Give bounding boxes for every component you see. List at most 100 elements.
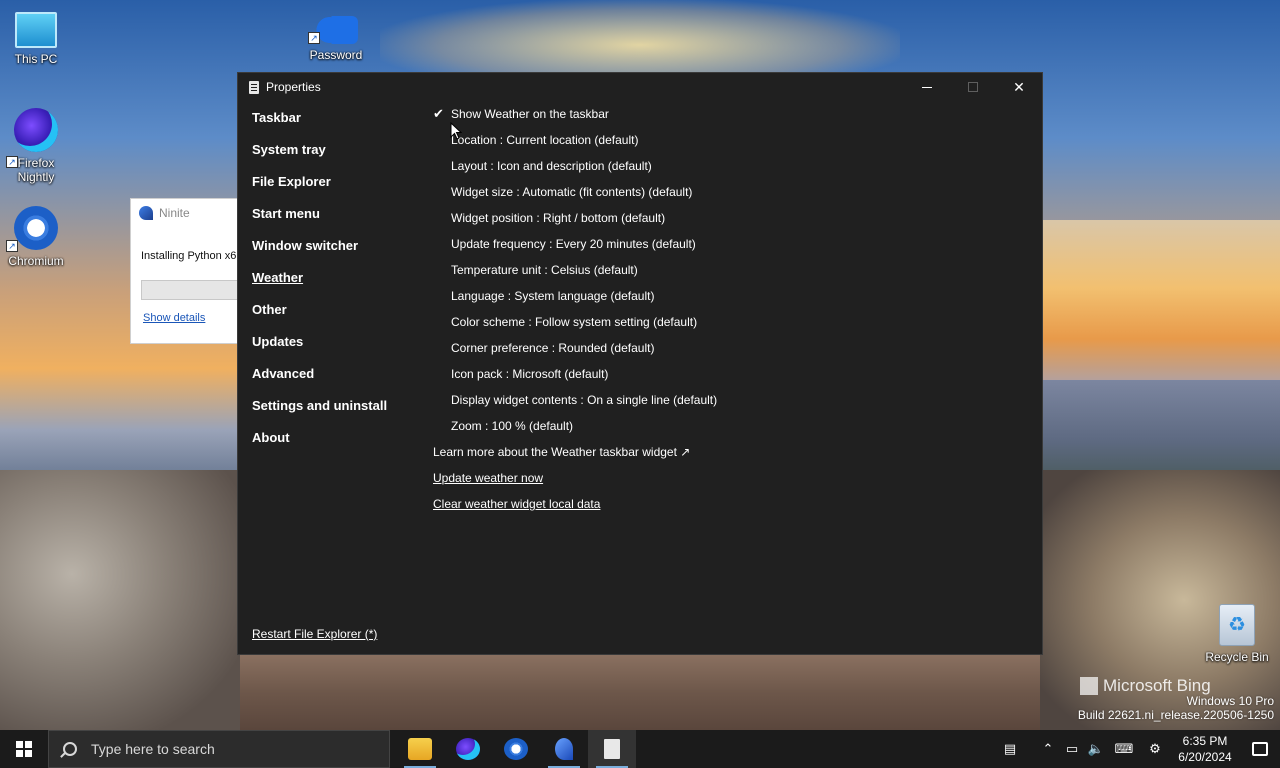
option-label: Update frequency : Every 20 minutes (def…	[451, 237, 696, 251]
taskbar-chromium[interactable]	[492, 730, 540, 768]
firefox-nightly-icon	[456, 738, 480, 760]
wallpaper-rocks-left	[0, 470, 240, 730]
window-title: Properties	[266, 80, 321, 94]
taskbar-properties[interactable]	[588, 730, 636, 768]
option-temperature-unit[interactable]: Temperature unit : Celsius (default)	[433, 261, 717, 287]
taskbar-ninite[interactable]	[540, 730, 588, 768]
option-display-widget-contents[interactable]: Display widget contents : On a single li…	[433, 391, 717, 417]
bing-watermark: Microsoft Bing	[1080, 676, 1211, 696]
option-label: Widget size : Automatic (fit contents) (…	[451, 185, 693, 199]
close-button[interactable]: ✕	[996, 73, 1042, 101]
desktop-icon-firefox-nightly[interactable]: ↗ Firefox Nightly	[0, 108, 72, 184]
key-icon	[314, 16, 358, 44]
option-layout[interactable]: Layout : Icon and description (default)	[433, 157, 717, 183]
windows-edition: Windows 10 Pro	[1186, 694, 1274, 708]
checkmark-icon: ✔	[433, 106, 444, 121]
option-label: Temperature unit : Celsius (default)	[451, 263, 638, 277]
sidebar-item-file-explorer[interactable]: File Explorer	[252, 173, 387, 205]
notification-center-button[interactable]	[1240, 742, 1280, 756]
sidebar-item-window-switcher[interactable]: Window switcher	[252, 237, 387, 269]
shortcut-arrow-icon: ↗	[6, 156, 18, 168]
gear-icon[interactable]: ⚙	[1140, 741, 1170, 757]
option-zoom[interactable]: Zoom : 100 % (default)	[433, 417, 717, 443]
volume-muted-icon[interactable]: 🔈	[1084, 741, 1108, 757]
wallpaper-sunset	[1040, 220, 1280, 390]
sidebar-item-settings-and-uninstall[interactable]: Settings and uninstall	[252, 397, 387, 429]
option-widget-position[interactable]: Widget position : Right / bottom (defaul…	[433, 209, 717, 235]
ninite-title: Ninite	[159, 206, 190, 220]
option-widget-size[interactable]: Widget size : Automatic (fit contents) (…	[433, 183, 717, 209]
sidebar-item-about[interactable]: About	[252, 429, 387, 461]
folder-icon	[408, 738, 432, 760]
desktop-icon-label: This PC	[14, 52, 58, 66]
search-placeholder: Type here to search	[91, 741, 215, 757]
windows-logo-icon	[16, 741, 32, 757]
taskbar-file-explorer[interactable]	[396, 730, 444, 768]
wallpaper-hills	[1040, 380, 1280, 480]
weather-settings-panel: ✔ Show Weather on the taskbar Location :…	[433, 105, 717, 521]
desktop-icon-label: Password	[309, 48, 363, 62]
option-label: Zoom : 100 % (default)	[451, 419, 574, 433]
ninite-progress-bar	[141, 280, 251, 300]
chromium-icon	[504, 738, 528, 760]
monitor-icon	[15, 12, 57, 48]
option-icon-pack[interactable]: Icon pack : Microsoft (default)	[433, 365, 717, 391]
ninite-logo-icon	[139, 206, 153, 220]
option-label: Language : System language (default)	[451, 289, 655, 303]
show-details-link[interactable]: Show details	[131, 300, 249, 324]
taskbar: Type here to search ▤ ⌃ ▭ 🔈 ⌨ ⚙ 6:35 PM …	[0, 730, 1280, 768]
sidebar-item-weather[interactable]: Weather	[252, 269, 387, 301]
desktop-icon-label: Chromium	[8, 254, 64, 268]
option-language[interactable]: Language : System language (default)	[433, 287, 717, 313]
desktop-icon-chromium[interactable]: ↗ Chromium	[0, 206, 72, 268]
sidebar-item-system-tray[interactable]: System tray	[252, 141, 387, 173]
shortcut-arrow-icon: ↗	[308, 32, 320, 44]
sidebar-item-start-menu[interactable]: Start menu	[252, 205, 387, 237]
minimize-button[interactable]	[904, 73, 950, 101]
taskbar-firefox-nightly[interactable]	[444, 730, 492, 768]
desktop-icon-this-pc[interactable]: This PC	[0, 4, 72, 66]
desktop-icon-password[interactable]: ↗ Password	[300, 4, 372, 62]
maximize-icon	[968, 82, 978, 92]
properties-window[interactable]: Properties ✕ Taskbar System tray File Ex…	[237, 72, 1043, 655]
option-location[interactable]: Location : Current location (default)	[433, 131, 717, 157]
ninite-titlebar[interactable]: Ninite	[131, 199, 249, 227]
minimize-icon	[922, 86, 932, 88]
properties-app-icon	[604, 739, 620, 759]
recycle-bin-icon: ♻	[1219, 604, 1255, 646]
update-weather-now-link[interactable]: Update weather now	[433, 469, 717, 495]
option-label: Color scheme : Follow system setting (de…	[451, 315, 698, 329]
option-update-frequency[interactable]: Update frequency : Every 20 minutes (def…	[433, 235, 717, 261]
sidebar-item-other[interactable]: Other	[252, 301, 387, 333]
option-corner-preference[interactable]: Corner preference : Rounded (default)	[433, 339, 717, 365]
show-weather-label: Show Weather on the taskbar	[451, 107, 609, 121]
option-label: Layout : Icon and description (default)	[451, 159, 652, 173]
option-label: Display widget contents : On a single li…	[451, 393, 718, 407]
maximize-button[interactable]	[950, 73, 996, 101]
keyboard-icon[interactable]: ⌨	[1108, 741, 1140, 757]
sidebar-item-advanced[interactable]: Advanced	[252, 365, 387, 397]
windows-build-watermark: Windows 10 Pro Build 22621.ni_release.22…	[1078, 694, 1274, 722]
restart-file-explorer-link[interactable]: Restart File Explorer (*)	[252, 627, 377, 641]
option-color-scheme[interactable]: Color scheme : Follow system setting (de…	[433, 313, 717, 339]
taskbar-search-box[interactable]: Type here to search	[48, 730, 390, 768]
learn-more-weather-link[interactable]: Learn more about the Weather taskbar wid…	[433, 443, 717, 469]
sidebar-item-taskbar[interactable]: Taskbar	[252, 109, 387, 141]
news-widget-icon[interactable]: ▤	[998, 741, 1022, 757]
desktop-icon-recycle-bin[interactable]: ♻ Recycle Bin	[1201, 604, 1273, 664]
ninite-window[interactable]: Ninite Installing Python x6 Show details	[130, 198, 251, 344]
clock-date: 6/20/2024	[1178, 750, 1232, 764]
chevron-up-icon[interactable]: ⌃	[1036, 741, 1060, 757]
search-icon	[63, 742, 77, 756]
properties-app-icon	[249, 80, 259, 94]
sidebar-item-updates[interactable]: Updates	[252, 333, 387, 365]
network-icon[interactable]: ▭	[1060, 741, 1084, 757]
taskbar-clock[interactable]: 6:35 PM 6/20/2024	[1170, 733, 1240, 765]
close-icon: ✕	[1013, 78, 1025, 95]
bing-logo-icon	[1080, 677, 1098, 695]
start-button[interactable]	[0, 730, 48, 768]
show-weather-checkbox[interactable]: ✔ Show Weather on the taskbar	[433, 105, 717, 131]
clear-weather-data-link[interactable]: Clear weather widget local data	[433, 495, 717, 521]
window-titlebar[interactable]: Properties ✕	[238, 73, 1042, 101]
system-tray: ▤ ⌃ ▭ 🔈 ⌨ ⚙ 6:35 PM 6/20/2024	[998, 730, 1280, 768]
